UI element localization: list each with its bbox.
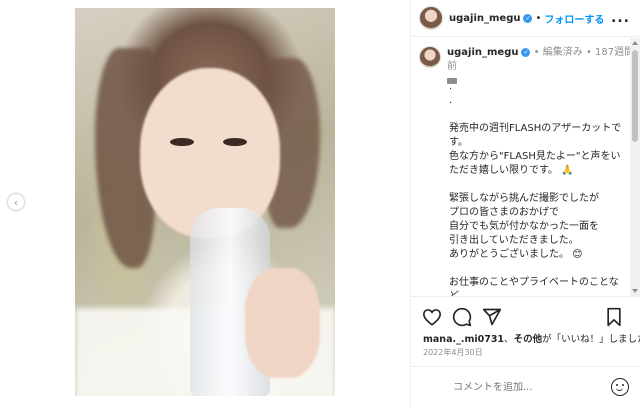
follow-button[interactable]: フォローする (544, 11, 604, 26)
likes-text: が「いいね！」しました (542, 334, 640, 345)
share-icon[interactable] (481, 306, 503, 328)
verified-badge-icon: ✓ (521, 48, 531, 57)
heart-icon[interactable] (421, 306, 443, 328)
verified-badge-icon: ✓ (523, 13, 533, 23)
avatar[interactable] (419, 46, 441, 68)
photo-detail (170, 138, 194, 146)
comment-icon[interactable] (451, 306, 473, 328)
media-column: ‹ (0, 0, 410, 408)
scroll-down-icon[interactable] (632, 289, 638, 293)
edited-label: 編集済み (542, 47, 583, 58)
emoji-icon[interactable] (611, 378, 629, 396)
header-username[interactable]: ugajin_megu ✓ (449, 13, 533, 24)
previous-image-button[interactable]: ‹ (7, 193, 25, 211)
separator: • (535, 12, 542, 24)
action-bar (411, 296, 640, 336)
caption-scrollbar[interactable] (630, 38, 640, 296)
scrollbar-thumb[interactable] (632, 50, 638, 142)
likes-sep: 、 (504, 334, 514, 345)
caption-text: . . 発売中の週刊FLASHのアザーカットです。 色な方から"FLASH見たよ… (449, 81, 622, 296)
caption-area: ugajin_megu ✓ • 編集済み • 187週間前 . . 発売中の週刊F… (411, 38, 640, 296)
chevron-left-icon: ‹ (13, 195, 19, 209)
comment-input[interactable] (453, 382, 593, 393)
scroll-up-icon[interactable] (632, 41, 638, 45)
liker-username[interactable]: mana._.mi0731 (423, 334, 504, 345)
caption-separator: • (533, 47, 540, 58)
instagram-post: ‹ ugajin_megu ✓ • フォローする ... ugajin_megu ✓… (0, 0, 640, 408)
photo-detail (223, 138, 247, 146)
post-date[interactable]: 2022年4月30日 (423, 347, 483, 358)
more-options-icon[interactable]: ... (611, 10, 630, 26)
caption-separator: • (585, 47, 592, 58)
post-side-panel: ugajin_megu ✓ • フォローする ... ugajin_megu ✓ •… (410, 0, 640, 408)
likes-summary: mana._.mi0731、その他が「いいね！」しました (423, 331, 640, 345)
header-username-text[interactable]: ugajin_megu (449, 13, 520, 24)
post-photo[interactable] (75, 8, 335, 396)
post-header: ugajin_megu ✓ • フォローする ... (411, 0, 640, 37)
caption-username[interactable]: ugajin_megu (447, 47, 518, 58)
comment-bar (411, 366, 640, 408)
avatar[interactable] (419, 6, 443, 30)
bookmark-icon[interactable] (603, 306, 625, 328)
others-link[interactable]: その他 (514, 334, 543, 345)
photo-detail (245, 268, 320, 378)
